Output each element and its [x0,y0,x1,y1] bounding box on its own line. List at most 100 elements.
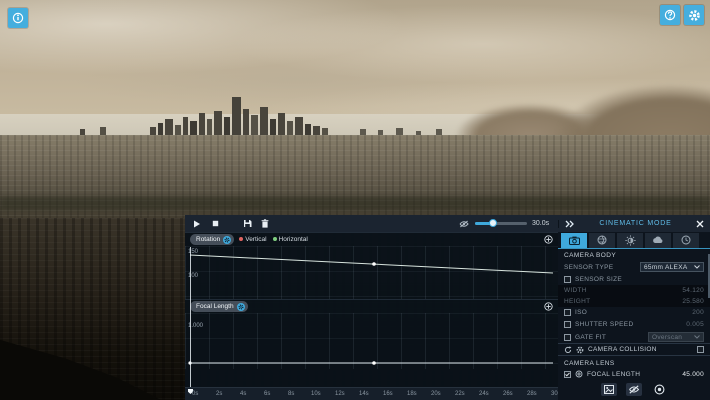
sensor-size-label: SENSOR SIZE [575,275,623,283]
check-icon [565,372,570,376]
capture-actions [558,380,710,400]
add-keyframe-icon [544,302,553,311]
game-viewport[interactable]: 30.0s CINEMATIC MODE Rotation Vertical H… [0,0,710,400]
playhead[interactable] [190,247,191,387]
timeline-ruler[interactable]: 0s 2s 4s 6s 8s 10s 12s 14s 16s 18s 20s 2… [185,387,558,400]
play-icon [194,220,200,227]
slider-handle[interactable] [489,219,497,227]
gear-icon[interactable] [576,346,584,354]
record-icon [654,384,664,395]
focal-length-value: 45.000 [682,370,704,378]
focal-keyframe-dot [372,361,376,365]
tab-weather[interactable] [645,232,671,248]
tick: 30s [551,391,558,397]
collapse-panel-button[interactable] [565,220,575,228]
tick: 12s [335,391,345,397]
tick: 16s [383,391,393,397]
focal-track-header: Focal Length [185,299,558,313]
focal-curve [188,361,553,365]
tick: 8s [288,391,295,397]
legend-vertical-label: Vertical [245,236,267,243]
camera-settings: CAMERA BODY SENSOR TYPE 65mm ALEXA SENSO… [558,232,710,400]
focal-graph[interactable]: 1.000 [185,313,558,369]
hide-ui-button[interactable] [626,383,642,396]
focal-length-label: FOCAL LENGTH [587,370,641,378]
iso-value: 200 [692,309,704,317]
legend-horizontal-label: Horizontal [278,236,308,243]
track-settings-icon[interactable] [223,235,232,244]
add-rotation-keyframe-button[interactable] [544,235,553,244]
height-value: 25.580 [682,298,704,306]
camera-collision-checkbox[interactable] [697,346,704,354]
cloud-icon [653,236,663,244]
focal-track-chip[interactable]: Focal Length [190,301,248,312]
chevrons-right-icon [565,220,574,227]
shutter-speed-checkbox[interactable] [564,321,571,329]
track-settings-icon[interactable] [236,302,245,311]
add-focal-keyframe-button[interactable] [544,302,553,311]
tick: 18s [407,391,417,397]
add-keyframe-icon [544,235,553,244]
gate-fit-checkbox[interactable] [564,333,571,341]
tab-lighting[interactable] [617,232,643,248]
help-button[interactable] [660,5,680,25]
duration-slider[interactable] [475,219,527,227]
chevron-down-icon [694,265,700,269]
iso-checkbox[interactable] [564,309,571,317]
settings-tabs [558,232,710,249]
camera-body-section-label: CAMERA BODY [564,252,617,260]
rotation-graph[interactable]: 150 100 [185,246,558,299]
photo-icon [604,385,614,394]
rotation-curve [189,254,554,274]
height-row: HEIGHT 25.580 [558,296,710,307]
timeline-area[interactable]: Rotation Vertical Horizontal 150 100 Foc… [185,232,558,400]
gear-icon [688,9,700,21]
camera-icon [568,236,580,245]
keyframe-toggle-icon[interactable] [575,370,583,378]
trash-icon [261,219,269,228]
tick: 6s [264,391,271,397]
focal-length-row: FOCAL LENGTH 45.000 [558,368,710,380]
reset-icon[interactable] [564,346,572,354]
tick: 22s [455,391,465,397]
save-icon [243,220,251,227]
gate-fit-dropdown[interactable]: Overscan [648,332,704,343]
tab-camera[interactable] [561,232,587,248]
sensor-type-dropdown[interactable]: 65mm ALEXA [640,262,704,273]
shutter-speed-label: SHUTTER SPEED [575,321,634,329]
camera-collision-label: CAMERA COLLISION [588,346,657,354]
tab-time[interactable] [673,232,699,248]
tab-lens-effects[interactable] [589,232,615,248]
eye-off-icon [459,220,469,227]
photo-mode-button[interactable] [601,383,617,396]
gate-fit-row: GATE FIT Overscan [558,331,710,344]
delete-button[interactable] [259,218,271,230]
aperture-icon [597,235,607,245]
stop-button[interactable] [209,218,221,230]
rotation-track-header: Rotation Vertical Horizontal [185,232,558,246]
rotation-track-chip[interactable]: Rotation [190,234,235,245]
rotation-legend: Vertical Horizontal [239,236,308,243]
record-button[interactable] [651,383,667,396]
tick: 20s [431,391,441,397]
gate-fit-label: GATE FIT [575,333,607,341]
tick: 24s [479,391,489,397]
tick: 14s [359,391,369,397]
save-button[interactable] [241,218,253,230]
tick: 10s [311,391,321,397]
info-icon [12,12,24,24]
sensor-size-checkbox[interactable] [564,275,571,283]
tick: 0s [192,391,199,397]
focal-length-checkbox[interactable] [564,370,571,378]
path-visibility-button[interactable] [458,218,470,230]
settings-button[interactable] [684,5,704,25]
clock-icon [681,235,691,245]
tick: 2s [216,391,223,397]
info-button[interactable] [8,8,28,28]
tick: 28s [527,391,537,397]
play-button[interactable] [191,218,203,230]
width-value: 54.120 [682,287,704,295]
close-panel-button[interactable] [696,220,704,228]
camera-collision-row: CAMERA COLLISION [558,343,710,357]
duration-value: 30.0s [532,220,550,227]
